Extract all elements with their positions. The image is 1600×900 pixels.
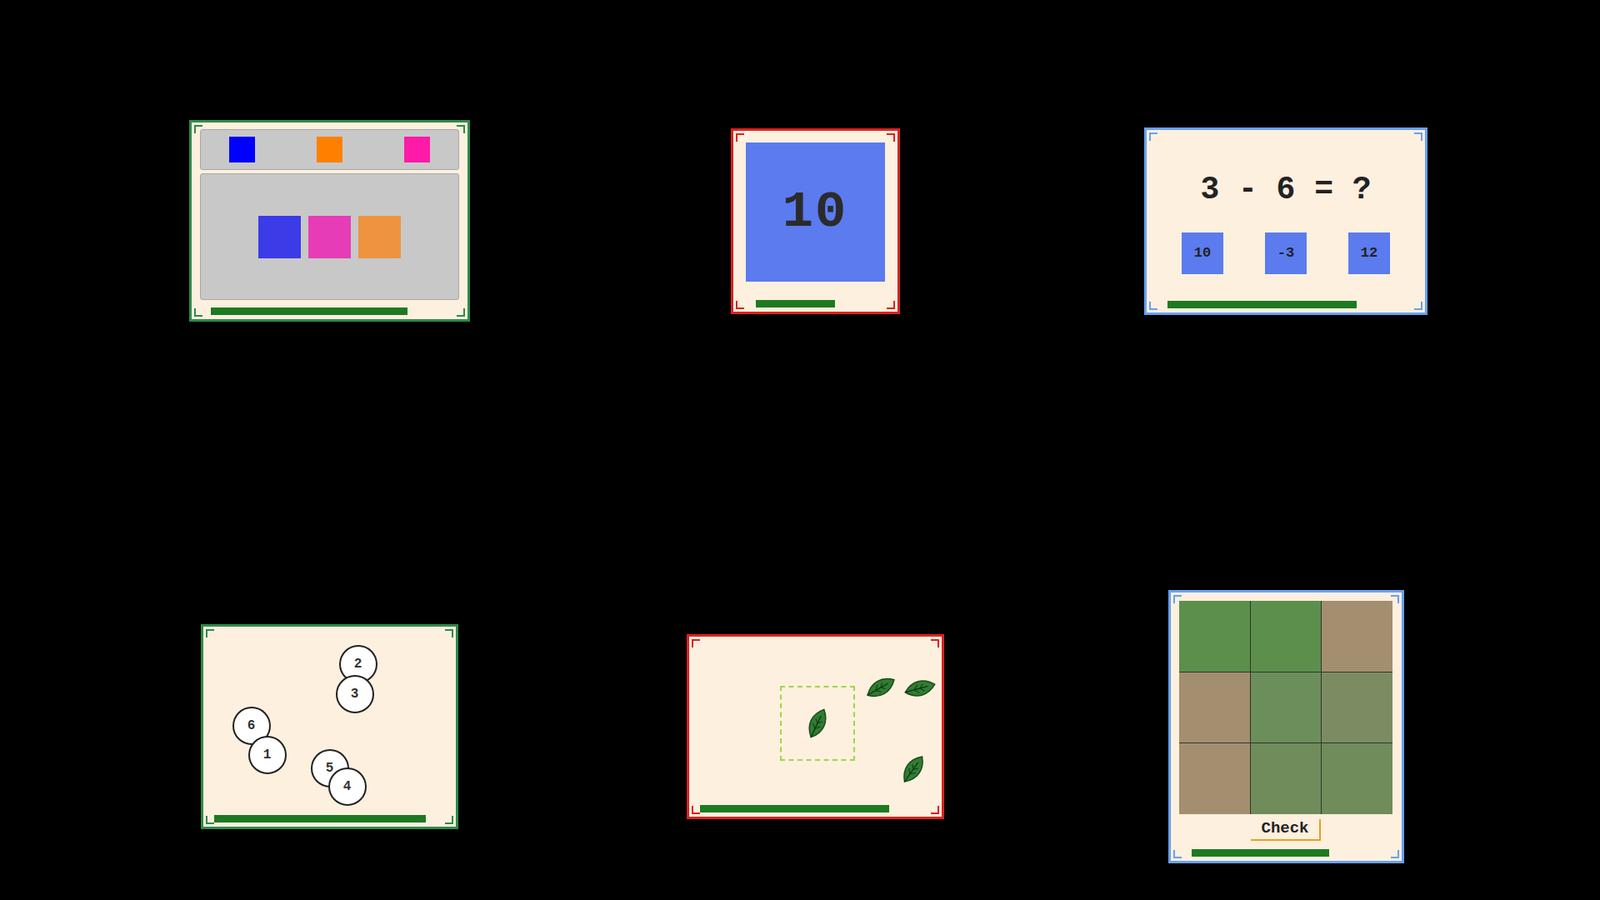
timer-bar <box>1167 300 1405 309</box>
check-button[interactable]: Check <box>1250 819 1320 841</box>
corner-mark <box>194 125 203 134</box>
timer-fill <box>214 815 427 823</box>
timer-fill <box>210 307 409 315</box>
timer-fill <box>1191 849 1330 857</box>
corner-mark <box>735 300 745 310</box>
leaf-icon[interactable] <box>863 670 899 705</box>
math-card: 3 - 6 = ? 10 -3 12 <box>1144 127 1428 315</box>
corner-mark <box>1149 301 1158 310</box>
corner-mark <box>456 308 465 317</box>
bubble-canvas: 236154 <box>203 626 456 812</box>
puzzle-tile[interactable] <box>1179 672 1250 744</box>
timer-fill <box>1167 300 1357 309</box>
color-tile[interactable] <box>358 215 401 259</box>
corner-mark <box>456 125 465 134</box>
image-puzzle-card: Check <box>1168 590 1405 864</box>
color-match-card <box>189 120 470 322</box>
timer-bar <box>700 805 931 813</box>
tile-tray <box>200 173 460 300</box>
corner-mark <box>1414 132 1423 141</box>
timer-bar <box>1191 849 1381 857</box>
countdown-value: 10 <box>782 182 848 242</box>
corner-mark <box>1173 850 1182 859</box>
puzzle-tile[interactable] <box>1250 743 1322 815</box>
timer-fill <box>700 805 890 813</box>
corner-mark <box>886 133 895 142</box>
corner-mark <box>1173 595 1182 604</box>
leaf-icon[interactable] <box>900 669 939 708</box>
puzzle-tile[interactable] <box>1179 600 1250 672</box>
puzzle-tile[interactable] <box>1321 600 1393 672</box>
corner-mark <box>1414 301 1423 310</box>
answer-option[interactable]: 12 <box>1348 232 1390 275</box>
timer-bar <box>755 300 875 308</box>
timer-bar <box>214 815 445 823</box>
corner-mark <box>445 629 454 638</box>
timer-fill <box>755 300 836 308</box>
target-row <box>200 129 460 170</box>
leaf-icon[interactable] <box>896 752 930 785</box>
puzzle-tile[interactable] <box>1321 743 1393 815</box>
puzzle-grid <box>1179 600 1393 815</box>
number-bubble[interactable]: 4 <box>328 767 367 806</box>
answer-option[interactable]: -3 <box>1265 232 1307 275</box>
corner-mark <box>691 639 700 648</box>
number-bubble[interactable]: 1 <box>248 735 287 775</box>
corner-mark <box>691 805 700 815</box>
game-board: 10 3 - 6 = ? 10 -3 12 236154 Check <box>0 0 1600 900</box>
corner-mark <box>194 308 203 317</box>
corner-mark <box>886 300 895 310</box>
leaf-icon[interactable] <box>799 705 836 742</box>
corner-mark <box>1390 850 1400 859</box>
number-order-card: 236154 <box>200 624 459 830</box>
puzzle-tile[interactable] <box>1250 600 1322 672</box>
countdown-box[interactable]: 10 <box>745 142 885 282</box>
number-bubble[interactable]: 3 <box>335 675 375 714</box>
corner-mark <box>205 815 215 825</box>
leaf-drag-card <box>686 634 945 820</box>
puzzle-tile[interactable] <box>1321 672 1393 744</box>
puzzle-tile[interactable] <box>1250 672 1322 744</box>
answer-options: 10 -3 12 <box>1181 232 1390 275</box>
corner-mark <box>1390 595 1400 604</box>
timer-bar <box>210 307 449 315</box>
corner-mark <box>930 805 940 815</box>
answer-option[interactable]: 10 <box>1181 232 1224 275</box>
puzzle-tile[interactable] <box>1179 743 1250 815</box>
target-swatch <box>404 136 430 163</box>
corner-mark <box>205 629 215 638</box>
corner-mark <box>1149 132 1158 141</box>
math-question: 3 - 6 = ? <box>1200 171 1371 208</box>
corner-mark <box>445 815 454 825</box>
color-tile[interactable] <box>308 215 351 259</box>
countdown-card: 10 <box>730 128 900 315</box>
color-tile[interactable] <box>258 215 301 259</box>
target-swatch <box>229 136 255 163</box>
corner-mark <box>930 639 940 648</box>
target-swatch <box>316 136 343 163</box>
leaf-canvas <box>689 636 942 802</box>
corner-mark <box>735 133 745 142</box>
